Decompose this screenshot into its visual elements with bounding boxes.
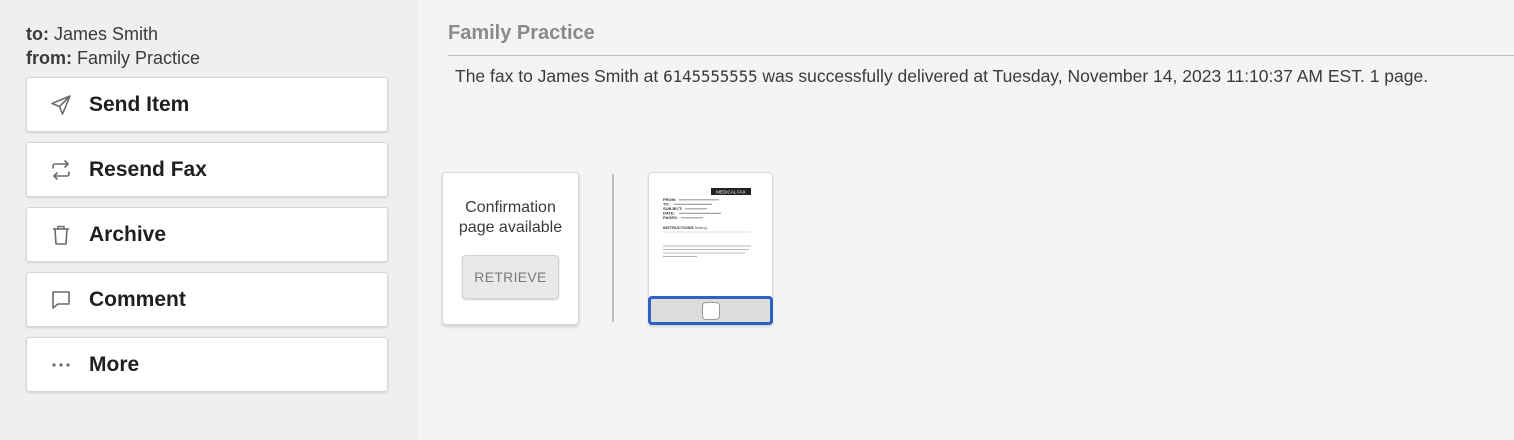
confirmation-card: Confirmation page available RETRIEVE <box>442 172 579 325</box>
comment-icon <box>49 288 73 312</box>
delivery-status: The fax to James Smith at 6145555555 was… <box>455 66 1428 87</box>
confirmation-line-2: page available <box>458 219 563 236</box>
action-list: Send Item Resend Fax Archive Comment Mor… <box>26 77 388 402</box>
send-item-label: Send Item <box>89 92 190 116</box>
fax-number: 6145555555 <box>663 67 758 86</box>
archive-label: Archive <box>89 222 167 246</box>
more-icon <box>49 353 73 377</box>
status-suffix: was successfully delivered at Tuesday, N… <box>762 66 1429 86</box>
trash-icon <box>49 223 73 247</box>
confirmation-line-1: Confirmation <box>465 199 556 216</box>
send-item-button[interactable]: Send Item <box>26 77 388 132</box>
page-select-bar[interactable] <box>648 296 773 325</box>
from-label: from: <box>26 48 72 68</box>
resend-fax-label: Resend Fax <box>89 157 207 181</box>
resend-fax-button[interactable]: Resend Fax <box>26 142 388 197</box>
to-line: to: James Smith <box>26 22 200 46</box>
send-icon <box>49 93 73 117</box>
more-button[interactable]: More <box>26 337 388 392</box>
thumb-instructions-value: Testing <box>694 225 707 230</box>
vertical-divider <box>612 174 614 322</box>
to-value: James Smith <box>54 24 159 44</box>
sidebar: to: James Smith from: Family Practice Se… <box>0 0 418 440</box>
message-meta: to: James Smith from: Family Practice <box>26 22 200 70</box>
from-line: from: Family Practice <box>26 46 200 70</box>
resend-icon <box>49 158 73 182</box>
retrieve-button[interactable]: RETRIEVE <box>462 255 559 299</box>
thumb-instructions-label: INSTRUCTIONS: <box>663 225 694 230</box>
comment-button[interactable]: Comment <box>26 272 388 327</box>
title-divider <box>448 55 1514 56</box>
comment-label: Comment <box>89 287 186 311</box>
to-label: to: <box>26 24 49 44</box>
page-title: Family Practice <box>448 22 595 44</box>
from-value: Family Practice <box>77 48 201 68</box>
thumb-field-pages: PAGES: <box>663 215 678 220</box>
confirmation-text: Confirmation page available <box>443 198 578 238</box>
status-prefix: The fax to James Smith at <box>455 66 659 86</box>
archive-button[interactable]: Archive <box>26 207 388 262</box>
fax-page-thumbnail[interactable]: MEDICAL FAX FROM: TO: SUBJECT: DATE: PAG… <box>648 172 773 326</box>
more-label: More <box>89 352 140 376</box>
page-select-checkbox[interactable] <box>701 301 720 320</box>
page-preview: MEDICAL FAX FROM: TO: SUBJECT: DATE: PAG… <box>663 188 751 258</box>
thumb-header-badge: MEDICAL FAX <box>716 190 746 195</box>
